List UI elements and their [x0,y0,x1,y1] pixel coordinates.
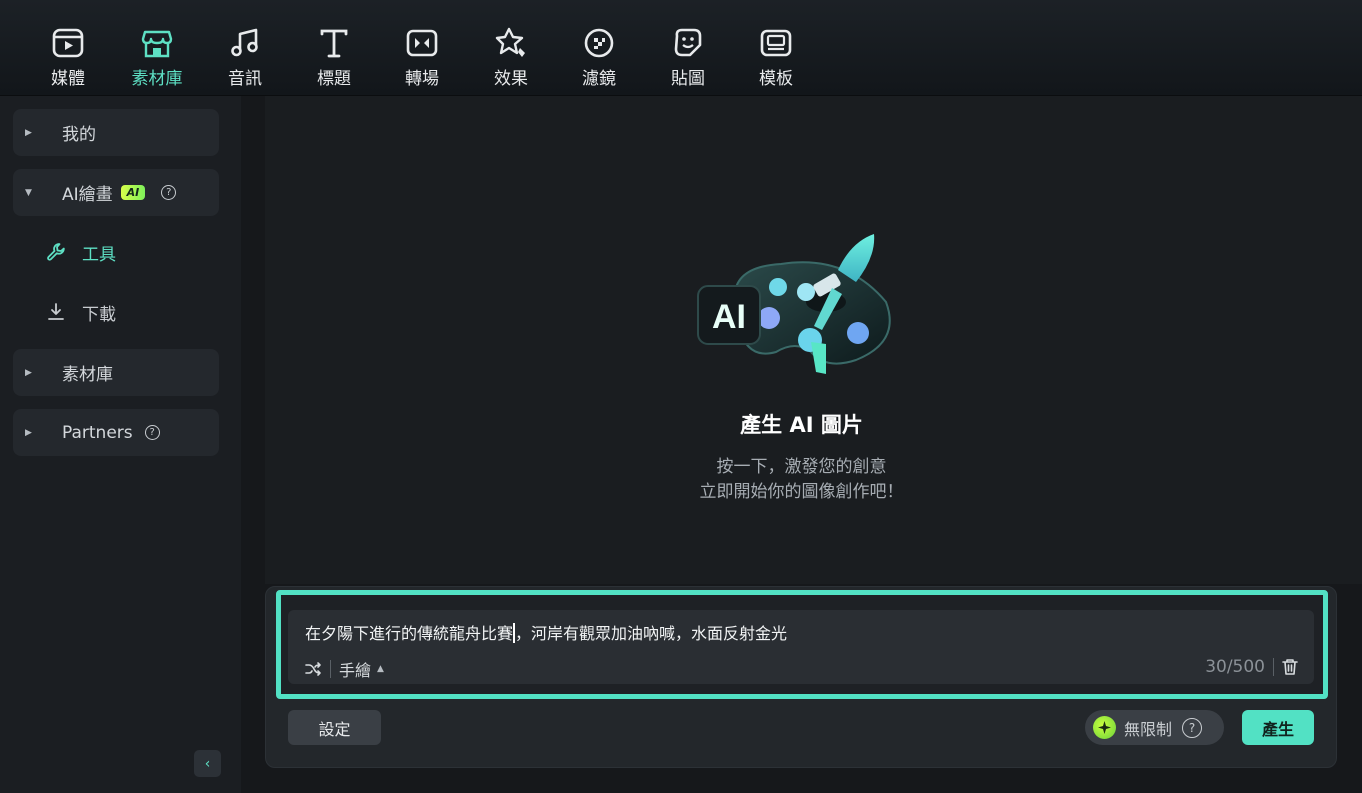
illustration-ai-text: AI [712,298,746,336]
ai-badge: AI [120,185,146,200]
sidebar-item-label: 素材庫 [62,365,113,385]
sparkle-icon [1093,716,1116,739]
sidebar-item-label: Partners [62,422,133,443]
sidebar-item-label: AI繪畫 [62,185,113,205]
tab-label: 轉場 [405,69,439,89]
effects-icon [495,27,525,57]
sidebar-item-label: 我的 [62,125,96,145]
prompt-text[interactable]: 在夕陽下進行的傳統龍舟比賽 ，河岸有觀眾加油吶喊，水面反射金光 [305,620,787,644]
hero-title: 產生 AI 圖片 [740,413,863,437]
character-counter-group: 30/500 [1205,657,1298,677]
tab-store[interactable]: 素材庫 [117,26,197,89]
divider [1273,658,1274,676]
caret-right-icon: ▶ [25,367,32,378]
help-icon[interactable]: ? [144,425,160,440]
sidebar-item-my[interactable]: ▶ 我的 [13,109,219,156]
top-toolbar: 媒體 素材庫 音訊 標題 轉場 效果 濾鏡 貼圖 模板 [0,0,1362,96]
style-selector[interactable]: 手繪 ▲ [339,657,384,681]
sidebar-item-ai-drawing[interactable]: ▼ AI繪畫 AI ? [13,169,219,216]
chevron-left-icon: ‹ [204,755,211,772]
text-t-icon [320,29,348,58]
hero-subtitle-line2: 立即開始你的圖像創作吧！ [699,482,904,502]
transition-icon [406,29,438,57]
hero-subtitle-line1: 按一下，激發您的創意 [716,457,887,477]
prompt-footer: 手繪 ▲ [304,657,384,681]
caret-down-icon: ▼ [25,187,32,198]
collapse-sidebar-button[interactable]: ‹ [194,750,221,777]
tab-label: 模板 [759,69,793,89]
help-icon[interactable]: ? [161,185,177,200]
settings-button[interactable]: 設定 [288,710,381,745]
help-icon[interactable]: ? [1182,717,1203,738]
prompt-text-after: ，河岸有觀眾加油吶喊，水面反射金光 [515,624,788,643]
tab-filters[interactable]: 濾鏡 [559,26,639,89]
sticker-icon [674,28,702,57]
tab-label: 標題 [317,69,351,89]
tab-audio[interactable]: 音訊 [205,26,285,89]
tab-label: 音訊 [228,69,262,89]
sidebar-item-download[interactable]: 下載 [46,300,116,325]
generate-button[interactable]: 產生 [1242,710,1314,745]
trash-icon[interactable] [1282,658,1298,676]
prompt-input[interactable]: 在夕陽下進行的傳統龍舟比賽 ，河岸有觀眾加油吶喊，水面反射金光 手繪 ▲ 30/5… [288,610,1314,684]
sidebar-item-label-group: Partners ? [62,423,160,443]
template-icon [760,29,792,57]
ai-palette-illustration: AI [697,234,891,374]
character-counter: 30/500 [1205,657,1265,677]
download-icon [48,303,64,320]
filter-icon [584,28,614,58]
sidebar-item-label: 工具 [82,244,116,265]
tab-titles[interactable]: 標題 [294,26,374,89]
tab-transitions[interactable]: 轉場 [382,26,462,89]
tab-templates[interactable]: 模板 [736,26,816,89]
sidebar: ▶ 我的 ▼ AI繪畫 AI ? 工具 下載 ▶ 素材庫 ▶ Partners … [0,96,241,793]
tab-label: 素材庫 [131,69,183,89]
style-label: 手繪 [339,661,372,680]
wrench-icon [47,243,65,261]
tab-label: 貼圖 [671,69,705,89]
sidebar-item-label: 下載 [82,304,116,325]
music-note-icon [231,28,258,57]
tab-media[interactable]: 媒體 [28,26,108,89]
sidebar-item-tools[interactable]: 工具 [46,240,116,265]
sidebar-item-label-group: AI繪畫 AI ? [62,180,177,205]
media-icon [52,28,84,58]
caret-up-icon: ▲ [377,664,384,674]
tab-stickers[interactable]: 貼圖 [648,26,728,89]
prompt-highlight-box: 在夕陽下進行的傳統龍舟比賽 ，河岸有觀眾加油吶喊，水面反射金光 手繪 ▲ 30/5… [276,590,1328,699]
tab-label: 濾鏡 [582,69,616,89]
divider [330,660,331,678]
sidebar-item-partners[interactable]: ▶ Partners ? [13,409,219,456]
tab-effects[interactable]: 效果 [471,26,551,89]
caret-right-icon: ▶ [25,427,32,438]
prompt-text-before: 在夕陽下進行的傳統龍舟比賽 [305,624,514,643]
caret-right-icon: ▶ [25,127,32,138]
shuffle-icon[interactable] [304,660,322,678]
sidebar-item-library[interactable]: ▶ 素材庫 [13,349,219,396]
store-icon [141,30,173,58]
unlimited-credits-button[interactable]: 無限制 ? [1085,710,1224,745]
tab-label: 效果 [494,69,528,89]
unlimited-label: 無限制 [1124,719,1173,739]
tab-label: 媒體 [51,69,85,89]
